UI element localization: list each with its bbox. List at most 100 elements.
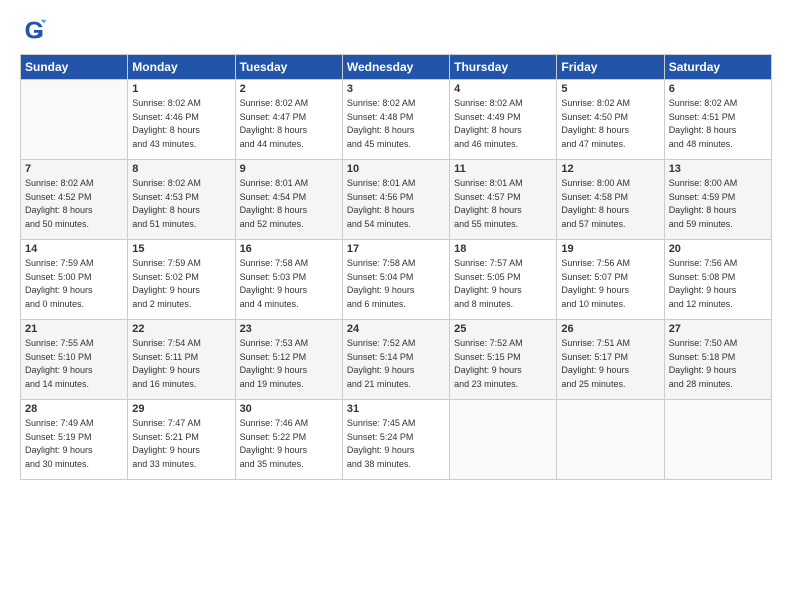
day-info: Sunrise: 8:00 AM Sunset: 4:58 PM Dayligh… [561,177,659,231]
day-number: 15 [132,243,230,255]
calendar-week-row: 7 Sunrise: 8:02 AM Sunset: 4:52 PM Daylig… [21,160,772,240]
day-number: 7 [25,163,123,175]
day-info: Sunrise: 7:49 AM Sunset: 5:19 PM Dayligh… [25,417,123,471]
page-container: SundayMondayTuesdayWednesdayThursdayFrid… [0,0,792,612]
day-number: 4 [454,83,552,95]
day-info: Sunrise: 7:53 AM Sunset: 5:12 PM Dayligh… [240,337,338,391]
day-info: Sunrise: 7:45 AM Sunset: 5:24 PM Dayligh… [347,417,445,471]
day-info: Sunrise: 8:02 AM Sunset: 4:47 PM Dayligh… [240,97,338,151]
day-number: 6 [669,83,767,95]
day-number: 8 [132,163,230,175]
day-number: 22 [132,323,230,335]
calendar-cell: 22 Sunrise: 7:54 AM Sunset: 5:11 PM Dayli… [128,320,235,400]
day-number: 9 [240,163,338,175]
day-number: 2 [240,83,338,95]
day-info: Sunrise: 7:59 AM Sunset: 5:00 PM Dayligh… [25,257,123,311]
calendar-cell: 24Sunrise: 7:52 AM Sunset: 5:14 PM Dayli… [342,320,449,400]
calendar-cell: 26 Sunrise: 7:51 AM Sunset: 5:17 PM Dayli… [557,320,664,400]
weekday-header-sunday: Sunday [21,55,128,80]
calendar-cell: 18 Sunrise: 7:57 AM Sunset: 5:05 PM Dayli… [450,240,557,320]
day-number: 28 [25,403,123,415]
calendar-cell: 20 Sunrise: 7:56 AM Sunset: 5:08 PM Dayli… [664,240,771,320]
calendar-week-row: 1Sunrise: 8:02 AM Sunset: 4:46 PM Daylig… [21,80,772,160]
day-info: Sunrise: 7:54 AM Sunset: 5:11 PM Dayligh… [132,337,230,391]
calendar-cell: 12 Sunrise: 8:00 AM Sunset: 4:58 PM Dayli… [557,160,664,240]
day-info: Sunrise: 7:56 AM Sunset: 5:08 PM Dayligh… [669,257,767,311]
calendar-week-row: 21Sunrise: 7:55 AM Sunset: 5:10 PM Dayli… [21,320,772,400]
calendar-cell: 30 Sunrise: 7:46 AM Sunset: 5:22 PM Dayli… [235,400,342,480]
day-info: Sunrise: 7:52 AM Sunset: 5:15 PM Dayligh… [454,337,552,391]
day-number: 12 [561,163,659,175]
day-number: 3 [347,83,445,95]
calendar-week-row: 28 Sunrise: 7:49 AM Sunset: 5:19 PM Dayli… [21,400,772,480]
day-number: 18 [454,243,552,255]
calendar-cell: 7 Sunrise: 8:02 AM Sunset: 4:52 PM Daylig… [21,160,128,240]
day-number: 1 [132,83,230,95]
calendar-cell: 19 Sunrise: 7:56 AM Sunset: 5:07 PM Dayli… [557,240,664,320]
day-info: Sunrise: 7:47 AM Sunset: 5:21 PM Dayligh… [132,417,230,471]
day-info: Sunrise: 8:01 AM Sunset: 4:56 PM Dayligh… [347,177,445,231]
day-info: Sunrise: 8:02 AM Sunset: 4:48 PM Dayligh… [347,97,445,151]
day-number: 23 [240,323,338,335]
day-info: Sunrise: 7:50 AM Sunset: 5:18 PM Dayligh… [669,337,767,391]
day-number: 24 [347,323,445,335]
logo [20,16,54,44]
calendar-cell: 2 Sunrise: 8:02 AM Sunset: 4:47 PM Daylig… [235,80,342,160]
day-number: 19 [561,243,659,255]
day-info: Sunrise: 8:02 AM Sunset: 4:53 PM Dayligh… [132,177,230,231]
day-number: 26 [561,323,659,335]
calendar-cell: 29Sunrise: 7:47 AM Sunset: 5:21 PM Dayli… [128,400,235,480]
calendar-cell: 23 Sunrise: 7:53 AM Sunset: 5:12 PM Dayli… [235,320,342,400]
calendar-cell: 13 Sunrise: 8:00 AM Sunset: 4:59 PM Dayli… [664,160,771,240]
day-info: Sunrise: 8:00 AM Sunset: 4:59 PM Dayligh… [669,177,767,231]
day-info: Sunrise: 7:56 AM Sunset: 5:07 PM Dayligh… [561,257,659,311]
day-info: Sunrise: 7:55 AM Sunset: 5:10 PM Dayligh… [25,337,123,391]
calendar-cell: 8 Sunrise: 8:02 AM Sunset: 4:53 PM Daylig… [128,160,235,240]
calendar-cell: 14Sunrise: 7:59 AM Sunset: 5:00 PM Dayli… [21,240,128,320]
day-number: 13 [669,163,767,175]
day-number: 25 [454,323,552,335]
calendar-cell [450,400,557,480]
day-number: 20 [669,243,767,255]
day-number: 30 [240,403,338,415]
day-info: Sunrise: 8:02 AM Sunset: 4:51 PM Dayligh… [669,97,767,151]
calendar-cell: 15Sunrise: 7:59 AM Sunset: 5:02 PM Dayli… [128,240,235,320]
day-number: 10 [347,163,445,175]
weekday-header-friday: Friday [557,55,664,80]
calendar-cell [21,80,128,160]
calendar-cell: 10 Sunrise: 8:01 AM Sunset: 4:56 PM Dayli… [342,160,449,240]
weekday-header-thursday: Thursday [450,55,557,80]
day-number: 17 [347,243,445,255]
calendar-cell: 16 Sunrise: 7:58 AM Sunset: 5:03 PM Dayli… [235,240,342,320]
day-info: Sunrise: 7:58 AM Sunset: 5:03 PM Dayligh… [240,257,338,311]
day-info: Sunrise: 7:51 AM Sunset: 5:17 PM Dayligh… [561,337,659,391]
calendar-cell [557,400,664,480]
calendar-cell: 17 Sunrise: 7:58 AM Sunset: 5:04 PM Dayli… [342,240,449,320]
calendar: SundayMondayTuesdayWednesdayThursdayFrid… [20,54,772,480]
day-info: Sunrise: 8:01 AM Sunset: 4:54 PM Dayligh… [240,177,338,231]
calendar-week-row: 14Sunrise: 7:59 AM Sunset: 5:00 PM Dayli… [21,240,772,320]
day-info: Sunrise: 8:02 AM Sunset: 4:49 PM Dayligh… [454,97,552,151]
calendar-cell: 27Sunrise: 7:50 AM Sunset: 5:18 PM Dayli… [664,320,771,400]
calendar-cell: 21Sunrise: 7:55 AM Sunset: 5:10 PM Dayli… [21,320,128,400]
day-info: Sunrise: 7:58 AM Sunset: 5:04 PM Dayligh… [347,257,445,311]
weekday-header-monday: Monday [128,55,235,80]
day-number: 11 [454,163,552,175]
calendar-cell: 9 Sunrise: 8:01 AM Sunset: 4:54 PM Daylig… [235,160,342,240]
header [20,16,772,44]
calendar-cell: 3 Sunrise: 8:02 AM Sunset: 4:48 PM Daylig… [342,80,449,160]
day-info: Sunrise: 7:57 AM Sunset: 5:05 PM Dayligh… [454,257,552,311]
calendar-cell [664,400,771,480]
calendar-cell: 5 Sunrise: 8:02 AM Sunset: 4:50 PM Daylig… [557,80,664,160]
calendar-cell: 6 Sunrise: 8:02 AM Sunset: 4:51 PM Daylig… [664,80,771,160]
day-info: Sunrise: 7:46 AM Sunset: 5:22 PM Dayligh… [240,417,338,471]
logo-icon [20,16,48,44]
day-info: Sunrise: 8:02 AM Sunset: 4:52 PM Dayligh… [25,177,123,231]
day-number: 5 [561,83,659,95]
day-number: 16 [240,243,338,255]
day-info: Sunrise: 8:01 AM Sunset: 4:57 PM Dayligh… [454,177,552,231]
calendar-cell: 31Sunrise: 7:45 AM Sunset: 5:24 PM Dayli… [342,400,449,480]
calendar-cell: 25 Sunrise: 7:52 AM Sunset: 5:15 PM Dayli… [450,320,557,400]
weekday-header-wednesday: Wednesday [342,55,449,80]
day-info: Sunrise: 8:02 AM Sunset: 4:50 PM Dayligh… [561,97,659,151]
